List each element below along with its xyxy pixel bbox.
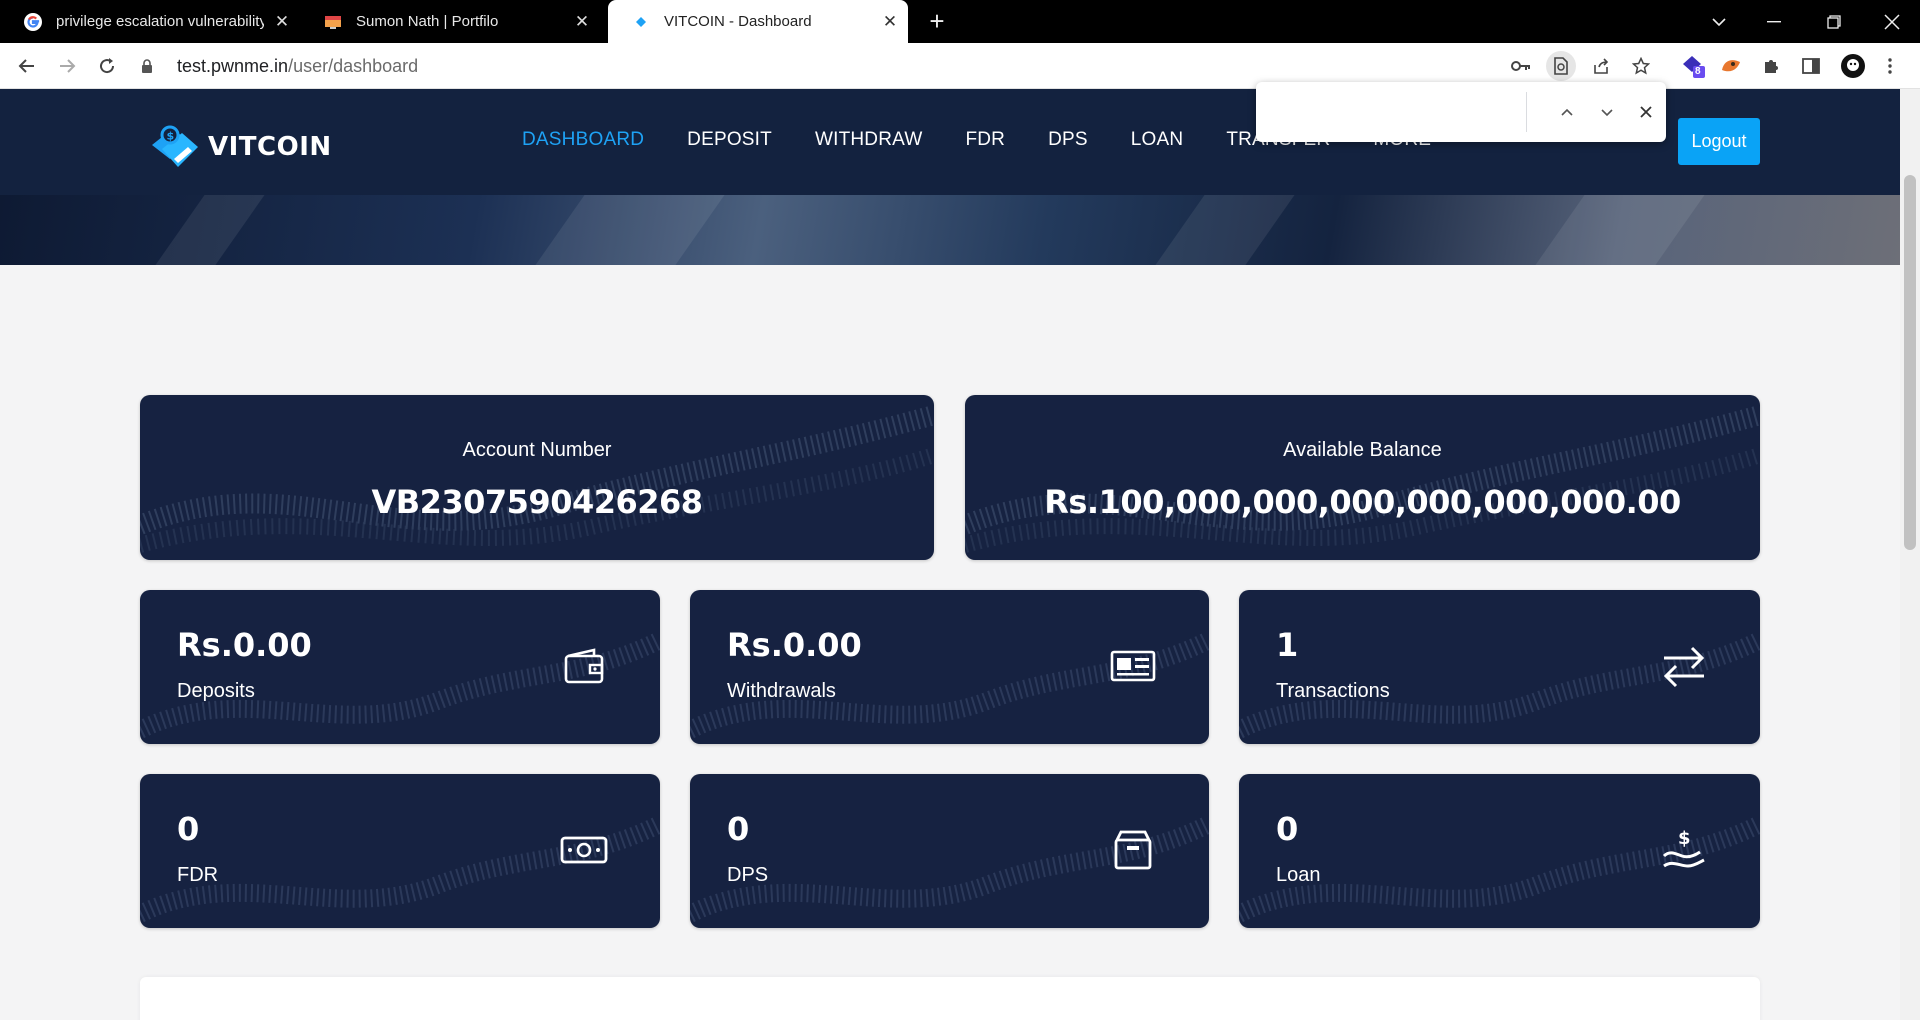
browser-tab[interactable]: privilege escalation vulnerability ✕ <box>0 0 300 43</box>
tab-title: Sumon Nath | Portfilo <box>356 13 499 30</box>
share-icon[interactable] <box>1586 51 1616 81</box>
find-divider <box>1526 92 1527 132</box>
new-tab-button[interactable]: + <box>922 6 952 36</box>
available-balance-card: Available Balance Rs.100,000,000,000,000… <box>965 395 1760 560</box>
extensions-puzzle-icon[interactable] <box>1756 51 1786 81</box>
nav-dashboard[interactable]: DASHBOARD <box>522 129 644 151</box>
transactions-card[interactable]: 1 Transactions <box>1239 590 1760 744</box>
page-scrollbar[interactable] <box>1900 89 1920 1020</box>
find-in-page-icon[interactable] <box>1546 51 1576 81</box>
portfolio-icon <box>325 15 341 29</box>
key-icon[interactable] <box>1506 51 1536 81</box>
content-panel <box>140 977 1760 1020</box>
extension-badge-icon[interactable]: 8 <box>1678 51 1708 81</box>
minimize-button[interactable] <box>1746 0 1802 43</box>
lock-icon[interactable] <box>137 51 157 81</box>
nav-deposit[interactable]: DEPOSIT <box>687 129 772 151</box>
money-bill-icon <box>560 836 608 864</box>
withdraw-card-icon <box>1110 650 1156 682</box>
nav-loan[interactable]: LOAN <box>1131 129 1184 151</box>
hero-banner <box>0 195 1900 265</box>
box-icon <box>1114 830 1152 870</box>
page-viewport: $ VITCOIN DASHBOARD DEPOSIT WITHDRAW FDR… <box>0 89 1900 1020</box>
fdr-card[interactable]: 0 FDR <box>140 774 660 928</box>
close-tab-icon[interactable]: ✕ <box>872 12 908 32</box>
loan-value: 0 <box>1276 810 1299 848</box>
side-panel-icon[interactable] <box>1796 51 1826 81</box>
tab-title: VITCOIN - Dashboard <box>664 13 812 30</box>
exchange-arrows-icon <box>1663 646 1705 688</box>
find-close-button[interactable] <box>1631 97 1661 127</box>
fdr-label: FDR <box>177 864 219 886</box>
transactions-label: Transactions <box>1276 680 1390 702</box>
bookmark-star-icon[interactable] <box>1626 51 1656 81</box>
svg-text:$: $ <box>167 130 175 143</box>
extension-badge-count: 8 <box>1695 66 1701 77</box>
scrollbar-thumb[interactable] <box>1904 175 1916 550</box>
dps-value: 0 <box>727 810 750 848</box>
url-host: test.pwnme.in <box>177 55 289 76</box>
extension-fox-icon[interactable] <box>1716 51 1746 81</box>
account-number-label: Account Number <box>462 439 612 461</box>
nav-fdr[interactable]: FDR <box>965 129 1005 151</box>
account-number-card: Account Number VB2307590426268 <box>140 395 934 560</box>
available-balance-label: Available Balance <box>1283 439 1442 461</box>
wave-pattern <box>140 405 934 553</box>
hero-decoration <box>1535 195 1705 265</box>
browser-menu-icon[interactable] <box>1880 51 1900 81</box>
fdr-value: 0 <box>177 810 200 848</box>
logo-text: VITCOIN <box>208 132 332 162</box>
back-button[interactable] <box>12 51 42 81</box>
browser-tab[interactable]: Sumon Nath | Portfilo ✕ <box>300 0 600 43</box>
loan-label: Loan <box>1276 864 1321 886</box>
close-window-button[interactable] <box>1864 0 1920 43</box>
wave-pattern <box>965 405 1760 553</box>
svg-text:$: $ <box>1678 828 1691 849</box>
deposits-value: Rs.0.00 <box>177 626 312 664</box>
site-logo[interactable]: $ VITCOIN <box>146 119 332 175</box>
find-next-button[interactable] <box>1592 97 1622 127</box>
browser-tab-active[interactable]: VITCOIN - Dashboard ✕ <box>608 0 908 43</box>
deposits-card[interactable]: Rs.0.00 Deposits <box>140 590 660 744</box>
profile-avatar[interactable] <box>1838 51 1868 81</box>
loan-card[interactable]: 0 Loan $ <box>1239 774 1760 928</box>
restore-button[interactable] <box>1806 0 1862 43</box>
transactions-value: 1 <box>1276 626 1299 664</box>
url-path: /user/dashboard <box>288 55 419 76</box>
tab-search-icon[interactable] <box>1691 0 1747 43</box>
reload-button[interactable] <box>92 51 122 81</box>
find-input[interactable] <box>1272 94 1532 130</box>
forward-button[interactable] <box>52 51 82 81</box>
vitcoin-icon <box>636 16 646 27</box>
google-icon <box>24 12 42 31</box>
withdrawals-value: Rs.0.00 <box>727 626 862 664</box>
withdrawals-label: Withdrawals <box>727 680 836 702</box>
dps-card[interactable]: 0 DPS <box>690 774 1209 928</box>
hero-decoration <box>1155 195 1295 265</box>
hero-decoration <box>155 195 265 265</box>
tab-title: privilege escalation vulnerability <box>56 13 264 30</box>
vitcoin-logo-icon: $ <box>152 125 198 167</box>
withdrawals-card[interactable]: Rs.0.00 Withdrawals <box>690 590 1209 744</box>
hand-dollar-icon: $ <box>1662 828 1705 868</box>
browser-tab-strip: privilege escalation vulnerability ✕ Sum… <box>0 0 1920 43</box>
available-balance-value: Rs.100,000,000,000,000,000,000.00 <box>1044 483 1681 521</box>
deposits-label: Deposits <box>177 680 255 702</box>
account-number-value: VB2307590426268 <box>371 483 703 521</box>
dps-label: DPS <box>727 864 769 886</box>
hero-decoration <box>535 195 725 265</box>
nav-withdraw[interactable]: WITHDRAW <box>815 129 922 151</box>
wallet-icon <box>564 648 604 684</box>
find-previous-button[interactable] <box>1552 97 1582 127</box>
address-bar[interactable]: test.pwnme.in/user/dashboard <box>177 51 418 81</box>
logout-button[interactable]: Logout <box>1678 118 1760 165</box>
find-bar <box>1256 82 1666 142</box>
close-tab-icon[interactable]: ✕ <box>564 12 600 32</box>
nav-dps[interactable]: DPS <box>1048 129 1088 151</box>
close-tab-icon[interactable]: ✕ <box>264 12 300 32</box>
